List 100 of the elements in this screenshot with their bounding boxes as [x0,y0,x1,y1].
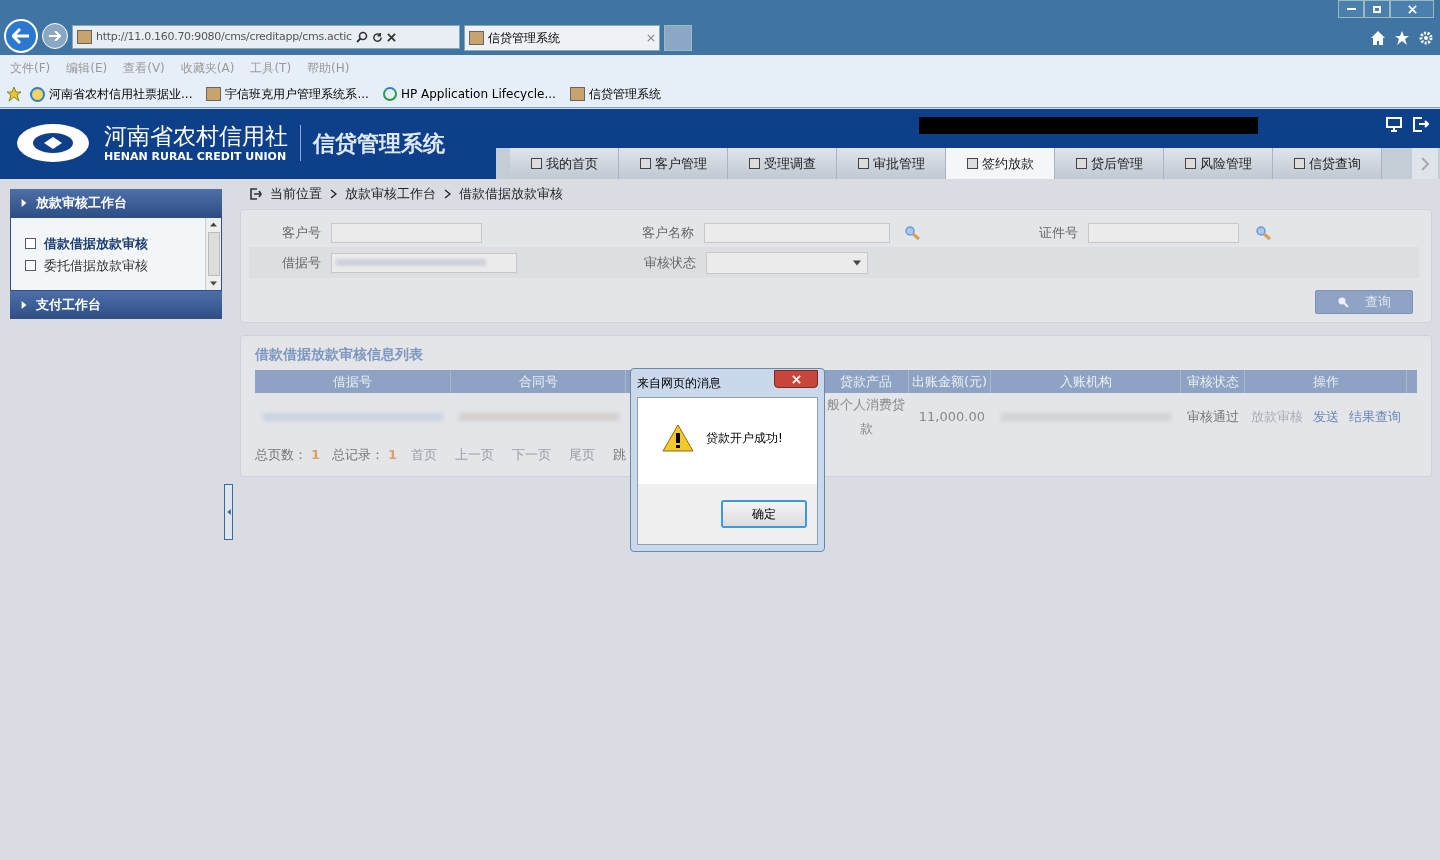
caret-icon [853,258,861,267]
favorite-link[interactable]: 信贷管理系统 [588,85,661,103]
logo-text: 河南省农村信用社 [104,124,288,148]
page-icon [206,87,222,101]
input-field[interactable] [1088,222,1239,243]
tab-icon [1184,158,1196,169]
logo-subtitle: HENAN RURAL CREDIT UNION [104,150,288,162]
sidebar-section-header[interactable]: 支付工作台 [10,291,222,319]
breadcrumb-item: 放款审核工作台 [345,185,436,204]
tab-icon [1293,158,1305,169]
collapse-handle[interactable] [224,484,233,540]
page-count: 1 [311,446,321,465]
chevron-right-icon [330,189,337,199]
monitor-icon[interactable] [1386,117,1402,132]
refresh-icon [382,87,397,101]
field-label: 借据号 [281,253,322,272]
document-icon [25,238,36,250]
sidebar-item[interactable]: 委托借据放款审核 [44,255,148,275]
left-arrow-icon [225,509,232,515]
document-icon [25,259,36,271]
column-header: 出账金额(元) [911,372,988,391]
close-icon [791,374,801,384]
input-field[interactable] [331,252,517,273]
table-cell-text: 11,000.00 [918,408,985,427]
up-arrow-icon [210,221,217,228]
tab-icon [530,158,542,169]
back-arrow-icon [12,28,30,44]
nav-tab[interactable]: 信贷查询 [1273,148,1382,179]
search-icon [1337,296,1349,308]
tab-icon [748,158,760,169]
address-text: http://11.0.160.70:9080/cms/creditapp/cms.actic [96,28,352,45]
back-button[interactable] [4,19,38,53]
dialog-message: 贷款开户成功! [706,430,783,447]
record-count: 1 [388,446,398,465]
sidebar-item[interactable]: 借款借据放款审核 [44,234,148,254]
nav-tab[interactable]: 我的首页 [510,148,619,179]
tab-icon [1075,158,1087,169]
search-icon[interactable] [355,31,368,43]
tab-icon [966,158,978,169]
home-icon[interactable] [1370,30,1386,46]
scrollbar[interactable] [205,218,221,290]
column-header: 合同号 [518,372,558,391]
column-header: 借据号 [333,372,372,391]
system-title: 信贷管理系统 [313,129,445,158]
warning-icon [662,424,694,452]
location-icon [250,188,262,200]
browser-tab[interactable]: 信贷管理系统 [464,25,660,51]
favorite-link[interactable]: 宇信班克用户管理系统系... [225,85,369,103]
nav-tab[interactable]: 贷后管理 [1055,148,1164,179]
caret-icon [20,301,28,309]
logout-icon[interactable] [1413,117,1429,132]
field-label: 审核状态 [643,253,697,272]
close-button[interactable] [774,370,818,388]
nav-tab[interactable]: 审批管理 [837,148,946,179]
refresh-icon[interactable] [371,31,383,43]
minimize-button[interactable] [1338,0,1364,18]
table-cell-text: 般个人消费贷款 [826,396,906,438]
section-title: 放款审核工作台 [36,194,127,213]
close-icon [1407,4,1417,14]
close-button[interactable] [1390,0,1434,18]
nav-tab[interactable]: 客户管理 [619,148,728,179]
close-icon[interactable] [386,32,396,42]
browser-icon [30,86,45,102]
nav-tab[interactable]: 签约放款 [946,148,1055,179]
chevron-right-icon [444,189,451,199]
ok-button[interactable]: 确定 [721,500,807,528]
caret-icon [20,199,28,207]
input-field[interactable] [331,222,482,243]
page-icon [569,87,585,101]
nav-tab[interactable]: 风险管理 [1164,148,1273,179]
favorites-star-icon[interactable] [6,86,24,102]
favorite-link[interactable]: 河南省农村信用社票据业... [49,85,193,103]
page-icon [77,30,92,44]
tab-title: 信贷管理系统 [488,30,561,47]
table-cell-text: 审核通过 [1187,408,1239,427]
pager-label: 跳 [613,446,627,465]
down-arrow-icon [210,280,217,287]
favorite-link[interactable]: HP Application Lifecycle... [400,85,556,103]
field-label: 客户号 [281,223,322,242]
logo-icon [14,121,92,165]
pager-label: 总页数： [255,446,307,465]
forward-button[interactable] [42,23,68,49]
section-title: 支付工作台 [36,296,101,315]
column-header: 审核状态 [1186,372,1239,391]
nav-tab[interactable]: 受理调查 [728,148,837,179]
tab-icon [639,158,651,169]
input-field[interactable] [704,222,890,243]
dialog-title: 来自网页的消息 [637,375,721,392]
list-title: 借款借据放款审核信息列表 [255,345,424,364]
tab-icon [857,158,869,169]
sidebar-section-header[interactable]: 放款审核工作台 [10,189,222,217]
column-header: 贷款产品 [839,372,892,391]
breadcrumb-item: 当前位置 [270,185,322,204]
address-bar[interactable]: http://11.0.160.70:9080/cms/creditapp/cms.actic [72,25,460,49]
star-icon[interactable] [1394,30,1410,46]
settings-icon[interactable] [1418,30,1434,46]
field-label: 客户名称 [641,223,695,242]
breadcrumb-item: 借款借据放款审核 [459,185,563,204]
pager-label: 总记录： [332,446,385,465]
restore-button[interactable] [1364,0,1390,18]
